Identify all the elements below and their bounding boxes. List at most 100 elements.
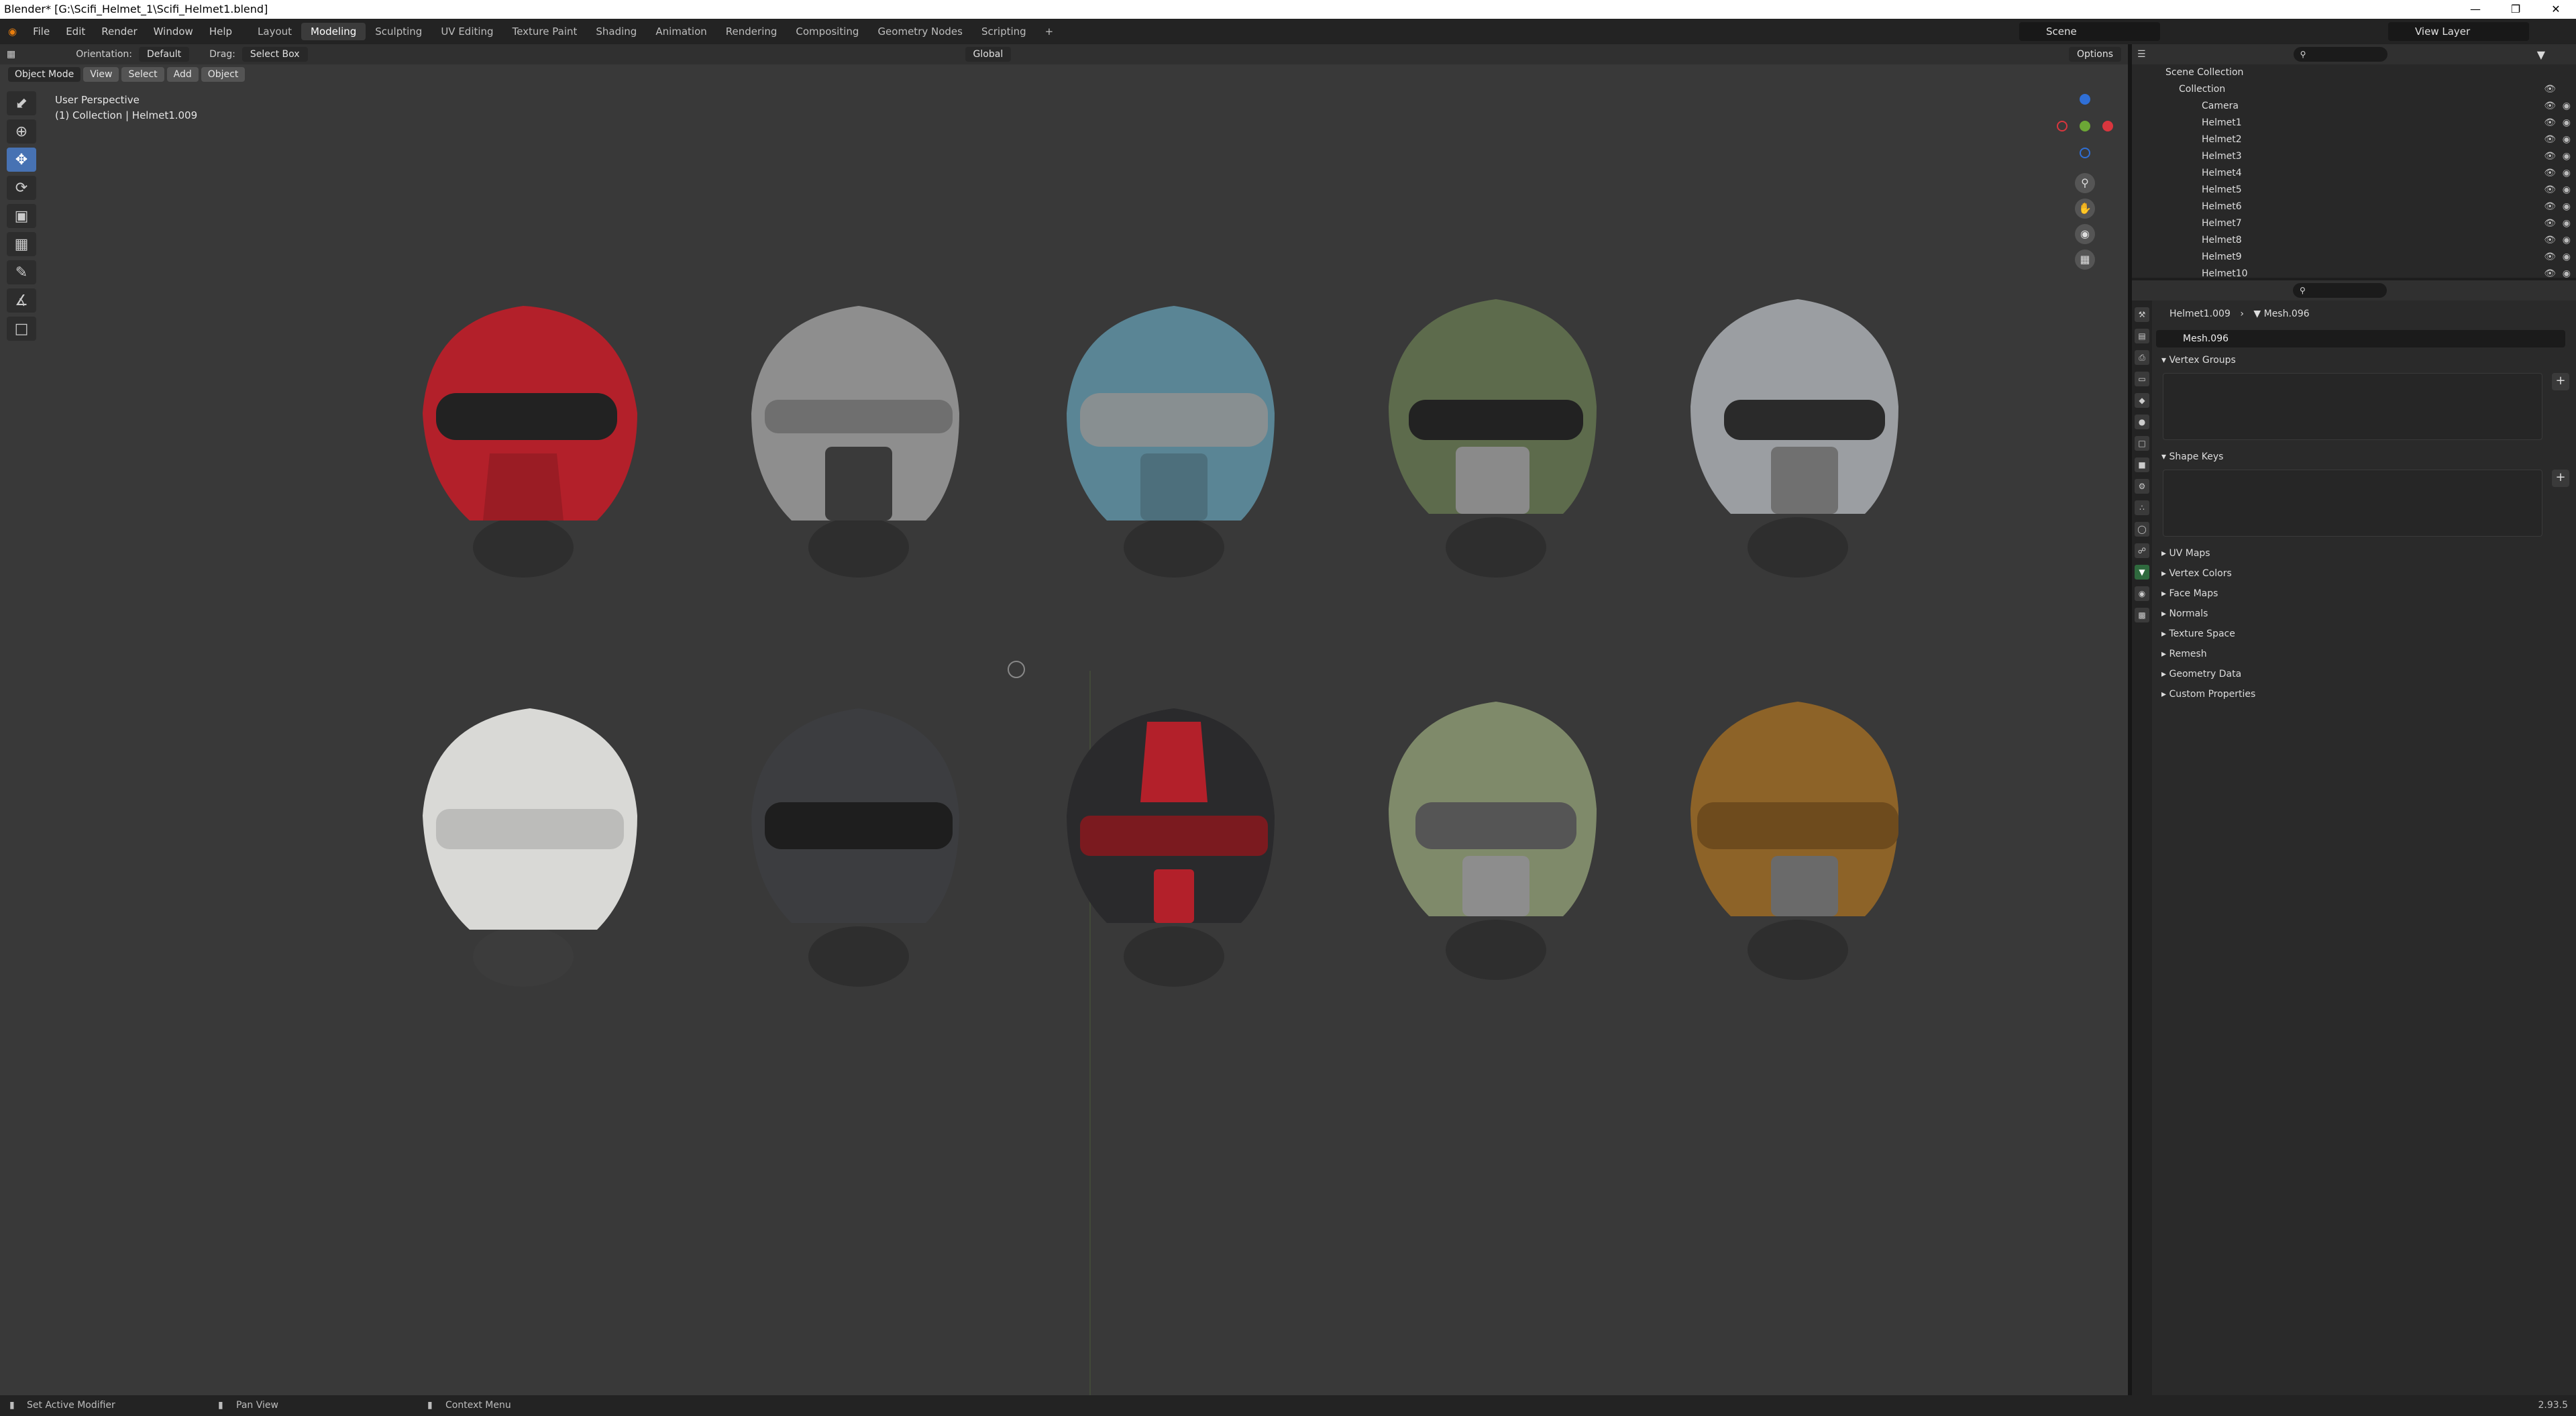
- tab-modeling[interactable]: Modeling: [301, 23, 366, 40]
- menu-help[interactable]: Help: [201, 25, 240, 38]
- visibility-eye-icon[interactable]: 👁: [2544, 81, 2556, 98]
- visibility-eye-icon[interactable]: 👁: [2544, 115, 2556, 131]
- minimize-icon[interactable]: —: [2455, 0, 2496, 19]
- tab-animation[interactable]: Animation: [646, 23, 716, 40]
- pan-hand-icon[interactable]: ✋: [2075, 199, 2095, 219]
- modifier-tab-icon[interactable]: ⚙: [2135, 479, 2149, 494]
- world-tab-icon[interactable]: ●: [2135, 415, 2149, 429]
- scene-tab-icon[interactable]: ◆: [2135, 393, 2149, 408]
- panel-remesh[interactable]: ▸ Remesh: [2156, 644, 2572, 664]
- outliner-item-helmet3[interactable]: Helmet3 👁 ◉: [2132, 148, 2576, 165]
- tab-uv-editing[interactable]: UV Editing: [431, 23, 502, 40]
- menu-window[interactable]: Window: [146, 25, 201, 38]
- outliner-item-helmet7[interactable]: Helmet7 👁 ◉: [2132, 215, 2576, 232]
- outliner-editor-icon[interactable]: ☰: [2137, 49, 2146, 60]
- collection-tab-icon[interactable]: □: [2135, 436, 2149, 451]
- panel-face-maps[interactable]: ▸ Face Maps: [2156, 584, 2572, 604]
- view-layer-selector[interactable]: View Layer: [2388, 22, 2529, 41]
- panel-uv-maps[interactable]: ▸ UV Maps: [2156, 543, 2572, 563]
- panel-geometry-data[interactable]: ▸ Geometry Data: [2156, 664, 2572, 684]
- camera-view-icon[interactable]: ◉: [2075, 224, 2095, 244]
- properties-search-input[interactable]: ⚲: [2293, 283, 2387, 298]
- outliner-root[interactable]: Scene Collection: [2132, 64, 2576, 81]
- helmet-4-camo-green[interactable]: [1368, 286, 1623, 581]
- tab-rendering[interactable]: Rendering: [716, 23, 787, 40]
- outliner-item-helmet5[interactable]: Helmet5 👁 ◉: [2132, 182, 2576, 199]
- outliner-item-helmet1[interactable]: Helmet1 👁 ◉: [2132, 115, 2576, 131]
- visibility-eye-icon[interactable]: 👁: [2544, 199, 2556, 215]
- render-camera-icon[interactable]: ◉: [2563, 98, 2571, 115]
- physics-tab-icon[interactable]: ◯: [2135, 522, 2149, 537]
- render-camera-icon[interactable]: ◉: [2563, 165, 2571, 182]
- panel-vertex-groups[interactable]: ▾ Vertex Groups: [2156, 350, 2572, 370]
- helmet-5-camo-gray[interactable]: [1670, 286, 1925, 581]
- panel-texture-space[interactable]: ▸ Texture Space: [2156, 624, 2572, 644]
- add-workspace-button[interactable]: +: [1036, 23, 1063, 40]
- constraints-tab-icon[interactable]: ☍: [2135, 543, 2149, 558]
- texture-tab-icon[interactable]: ▩: [2135, 608, 2149, 622]
- render-camera-icon[interactable]: ◉: [2563, 182, 2571, 199]
- render-tab-icon[interactable]: ▤: [2135, 329, 2149, 343]
- render-camera-icon[interactable]: ◉: [2563, 199, 2571, 215]
- tab-shading[interactable]: Shading: [586, 23, 646, 40]
- panel-shape-keys[interactable]: ▾ Shape Keys: [2156, 447, 2572, 467]
- blender-logo-icon[interactable]: ◉: [0, 25, 25, 38]
- tool-tab-icon[interactable]: ⚒: [2135, 307, 2149, 322]
- tab-geometry-nodes[interactable]: Geometry Nodes: [868, 23, 972, 40]
- shape-keys-list[interactable]: [2163, 470, 2542, 537]
- render-camera-icon[interactable]: ◉: [2563, 115, 2571, 131]
- close-icon[interactable]: ✕: [2536, 0, 2576, 19]
- outliner-search-input[interactable]: ⚲: [2293, 47, 2387, 62]
- visibility-eye-icon[interactable]: 👁: [2544, 232, 2556, 249]
- tab-scripting[interactable]: Scripting: [972, 23, 1036, 40]
- menu-edit[interactable]: Edit: [58, 25, 93, 38]
- outliner-item-helmet8[interactable]: Helmet8 👁 ◉: [2132, 232, 2576, 249]
- render-camera-icon[interactable]: ◉: [2563, 266, 2571, 278]
- vertex-groups-list[interactable]: [2163, 373, 2542, 440]
- tab-sculpting[interactable]: Sculpting: [366, 23, 431, 40]
- helmet-3-blue[interactable]: [1046, 292, 1301, 588]
- menu-render[interactable]: Render: [93, 25, 145, 38]
- outliner-item-camera[interactable]: Camera 👁 ◉: [2132, 98, 2576, 115]
- ortho-grid-icon[interactable]: ▦: [2075, 250, 2095, 270]
- panel-vertex-colors[interactable]: ▸ Vertex Colors: [2156, 563, 2572, 584]
- zoom-icon[interactable]: ⚲: [2075, 173, 2095, 193]
- scene-selector[interactable]: Scene: [2019, 22, 2160, 41]
- visibility-eye-icon[interactable]: 👁: [2544, 249, 2556, 266]
- visibility-eye-icon[interactable]: 👁: [2544, 266, 2556, 278]
- maximize-icon[interactable]: ❐: [2496, 0, 2536, 19]
- outliner-item-helmet6[interactable]: Helmet6 👁 ◉: [2132, 199, 2576, 215]
- helmet-2-gray[interactable]: [731, 292, 986, 588]
- outliner-item-helmet2[interactable]: Helmet2 👁 ◉: [2132, 131, 2576, 148]
- panel-normals[interactable]: ▸ Normals: [2156, 604, 2572, 624]
- helmet-7-black[interactable]: [731, 695, 986, 990]
- render-camera-icon[interactable]: ◉: [2563, 148, 2571, 165]
- render-camera-icon[interactable]: ◉: [2563, 249, 2571, 266]
- visibility-eye-icon[interactable]: 👁: [2544, 182, 2556, 199]
- output-tab-icon[interactable]: ⎙: [2135, 350, 2149, 365]
- mesh-name-field[interactable]: Mesh.096: [2156, 330, 2565, 347]
- helmet-1-red[interactable]: [409, 292, 664, 588]
- visibility-eye-icon[interactable]: 👁: [2544, 165, 2556, 182]
- material-tab-icon[interactable]: ◉: [2135, 586, 2149, 601]
- visibility-eye-icon[interactable]: 👁: [2544, 148, 2556, 165]
- outliner-item-helmet4[interactable]: Helmet4 👁 ◉: [2132, 165, 2576, 182]
- helmet-9-olive[interactable]: [1368, 688, 1623, 983]
- outliner-item-helmet10[interactable]: Helmet10 👁 ◉: [2132, 266, 2576, 278]
- render-camera-icon[interactable]: ◉: [2563, 131, 2571, 148]
- render-camera-icon[interactable]: ◉: [2563, 215, 2571, 232]
- helmet-10-orange[interactable]: [1670, 688, 1925, 983]
- outliner-collection[interactable]: Collection 👁: [2132, 81, 2576, 98]
- render-camera-icon[interactable]: ◉: [2563, 232, 2571, 249]
- object-tab-icon[interactable]: ■: [2135, 457, 2149, 472]
- tab-layout[interactable]: Layout: [248, 23, 301, 40]
- view-layer-tab-icon[interactable]: ▭: [2135, 372, 2149, 386]
- 3d-viewport[interactable]: ▦ Orientation: Default Drag: Select Box …: [0, 44, 2128, 1395]
- tab-texture-paint[interactable]: Texture Paint: [503, 23, 587, 40]
- filter-icon[interactable]: ▼: [2537, 48, 2545, 61]
- panel-custom-properties[interactable]: ▸ Custom Properties: [2156, 684, 2572, 704]
- menu-file[interactable]: File: [25, 25, 58, 38]
- helmet-6-white[interactable]: [409, 695, 664, 990]
- add-shape-key-button[interactable]: +: [2552, 470, 2569, 487]
- mesh-data-tab-icon[interactable]: ▼: [2135, 565, 2149, 580]
